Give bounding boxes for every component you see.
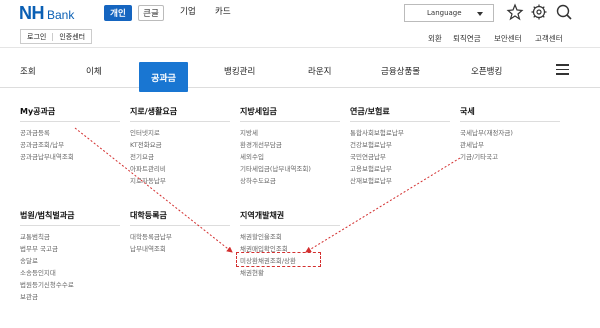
- menu-title-utility: 지로/생활요금: [130, 107, 178, 116]
- main-nav-inquiry[interactable]: 조회: [20, 65, 36, 77]
- menu-item[interactable]: 공과금납부내역조회: [20, 151, 120, 163]
- menu-item[interactable]: 공과금등록: [20, 127, 120, 139]
- menu-col-pension: 연금/보험료 통합사회보험료납부 건강보험료납부 국민연금납부 고용보험료납부 …: [350, 106, 450, 187]
- menu-item[interactable]: 대학등록금납부: [130, 231, 230, 243]
- divider: [130, 225, 230, 226]
- main-nav: 조회 이체 뱅킹관리 라운지 금융상품몰 오픈뱅킹: [0, 48, 600, 88]
- menu-col-local-tax: 지방세입금 지방세 환경개선부담금 세외수입 기타세입금(납부내역조회) 상하수…: [240, 106, 340, 187]
- menu-col-utility: 지로/생활요금 인터넷지로 KT전화요금 전기요금 아파트관리비 지로자동납부: [130, 106, 230, 187]
- menu-item[interactable]: 납부내역조회: [130, 243, 230, 255]
- menu-col-court: 법원/범칙벌과금 교통범칙금 법무부 국고금 송달료 소송등인지대 법원등기신청…: [20, 210, 120, 303]
- logo-bank: Bank: [47, 8, 75, 22]
- search-icon[interactable]: [555, 3, 573, 21]
- main-nav-lounge[interactable]: 라운지: [308, 65, 331, 77]
- menu-item[interactable]: 보관금: [20, 291, 120, 303]
- main-nav-transfer[interactable]: 이체: [86, 65, 102, 77]
- menu-title-regional-bond: 지역개발채권: [240, 211, 285, 220]
- language-select[interactable]: Language: [404, 4, 494, 22]
- main-nav-utility-bills[interactable]: 공과금: [139, 62, 188, 92]
- menu-title-national-tax: 국세: [460, 107, 475, 116]
- highlight-box: [236, 252, 321, 267]
- menu-item[interactable]: 지로자동납부: [130, 175, 230, 187]
- menu-item[interactable]: 법원등기신청수수료: [20, 279, 120, 291]
- util-security[interactable]: 보안센터: [494, 33, 522, 44]
- personal-tab[interactable]: 개인: [104, 5, 132, 21]
- divider: [240, 225, 340, 226]
- cert-center-link[interactable]: 인증센터: [53, 32, 91, 42]
- menu-item[interactable]: 채권할인율조회: [240, 231, 340, 243]
- util-support[interactable]: 고객센터: [535, 33, 563, 44]
- menu-item[interactable]: 산재보험료납부: [350, 175, 450, 187]
- divider: [20, 121, 120, 122]
- menu-item[interactable]: 공과금조회/납부: [20, 139, 120, 151]
- divider: [20, 225, 120, 226]
- menu-title-my: My공과금: [20, 107, 56, 116]
- main-nav-products[interactable]: 금융상품몰: [381, 65, 420, 77]
- logo-nh: NH: [19, 3, 45, 23]
- menu-item[interactable]: 송달료: [20, 255, 120, 267]
- menu-item[interactable]: 세외수입: [240, 151, 340, 163]
- top-bar: NH Bank 개인 큰글 기업 카드 Language: [0, 0, 600, 26]
- chevron-down-icon: [477, 12, 483, 16]
- menu-col-national-tax: 국세 국세납부(재정자금) 관세납부 기금/기타국고: [460, 106, 560, 163]
- util-forex[interactable]: 외환: [428, 33, 442, 44]
- login-link[interactable]: 로그인: [21, 32, 52, 42]
- menu-icon[interactable]: [556, 64, 569, 75]
- menu-title-pension: 연금/보험료: [350, 107, 390, 116]
- menu-item[interactable]: 상하수도요금: [240, 175, 340, 187]
- divider: [460, 121, 560, 122]
- menu-col-regional-bond: 지역개발채권 채권할인율조회 채권매입확인조회 미상환채권조회/상환 채권현황: [240, 210, 340, 279]
- menu-item[interactable]: 기금/기타국고: [460, 151, 560, 163]
- menu-item[interactable]: 국민연금납부: [350, 151, 450, 163]
- divider: [130, 121, 230, 122]
- util-pension[interactable]: 퇴직연금: [453, 33, 481, 44]
- large-text-tab[interactable]: 큰글: [138, 5, 164, 21]
- menu-item[interactable]: 기타세입금(납부내역조회): [240, 163, 340, 175]
- menu-item[interactable]: 법무부 국고금: [20, 243, 120, 255]
- menu-col-tuition: 대학등록금 대학등록금납부 납부내역조회: [130, 210, 230, 255]
- nav-corporate[interactable]: 기업: [180, 5, 196, 17]
- language-label: Language: [427, 9, 462, 17]
- menu-item[interactable]: 통합사회보험료납부: [350, 127, 450, 139]
- menu-item[interactable]: 관세납부: [460, 139, 560, 151]
- menu-item[interactable]: 고용보험료납부: [350, 163, 450, 175]
- star-icon[interactable]: [506, 3, 524, 21]
- menu-item[interactable]: 교통범칙금: [20, 231, 120, 243]
- menu-item[interactable]: 지방세: [240, 127, 340, 139]
- menu-item[interactable]: KT전화요금: [130, 139, 230, 151]
- menu-title-court: 법원/범칙벌과금: [20, 211, 75, 220]
- menu-item[interactable]: 인터넷지로: [130, 127, 230, 139]
- menu-item[interactable]: 아파트관리비: [130, 163, 230, 175]
- menu-item[interactable]: 건강보험료납부: [350, 139, 450, 151]
- nav-card[interactable]: 카드: [215, 5, 231, 17]
- menu-item[interactable]: 전기요금: [130, 151, 230, 163]
- nh-bank-logo[interactable]: NH Bank: [19, 3, 74, 24]
- menu-item[interactable]: 환경개선부담금: [240, 139, 340, 151]
- gear-icon[interactable]: [530, 3, 548, 21]
- main-nav-openbanking[interactable]: 오픈뱅킹: [471, 65, 502, 77]
- sub-bar: 로그인 인증센터 외환 퇴직연금 보안센터 고객센터: [0, 26, 600, 48]
- menu-item[interactable]: 소송등인지대: [20, 267, 120, 279]
- menu-title-tuition: 대학등록금: [130, 211, 167, 220]
- menu-item[interactable]: 국세납부(재정자금): [460, 127, 560, 139]
- menu-title-local-tax: 지방세입금: [240, 107, 277, 116]
- divider: [350, 121, 450, 122]
- login-box: 로그인 인증센터: [20, 29, 93, 44]
- divider: [240, 121, 340, 122]
- menu-col-my: My공과금 공과금등록 공과금조회/납부 공과금납부내역조회: [20, 106, 120, 163]
- menu-item[interactable]: 채권현황: [240, 267, 340, 279]
- main-nav-banking-admin[interactable]: 뱅킹관리: [224, 65, 255, 77]
